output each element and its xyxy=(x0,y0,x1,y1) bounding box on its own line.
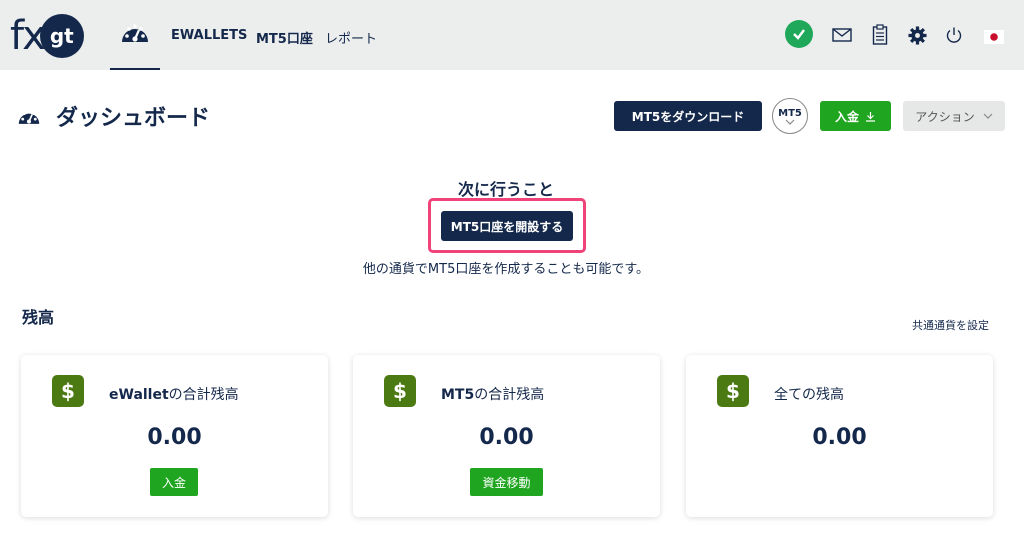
clipboard-icon[interactable] xyxy=(872,24,888,46)
mail-icon[interactable] xyxy=(832,27,852,43)
next-steps-title: 次に行うこと xyxy=(457,180,554,199)
chevron-down-icon xyxy=(983,113,993,119)
nav-item-mt5-accounts[interactable]: MT5口座 xyxy=(256,28,313,47)
mt5-download-button[interactable]: MT5をダウンロード xyxy=(614,101,762,131)
dashboard-icon xyxy=(122,24,148,42)
card-amount: 0.00 xyxy=(147,425,202,450)
nav-item-ewallets[interactable]: EWALLETS xyxy=(171,28,247,43)
dashboard-title-icon xyxy=(18,109,40,124)
card-amount: 0.00 xyxy=(479,425,534,450)
action-dropdown-label: アクション xyxy=(915,109,975,124)
japan-flag-icon[interactable] xyxy=(984,30,1004,44)
ewallet-deposit-button[interactable]: 入金 xyxy=(150,468,198,496)
logo-fx-text: fx xyxy=(10,13,46,59)
download-icon xyxy=(866,111,875,122)
top-nav: fx gt EWALLETS MT5口座 レポート xyxy=(0,0,1024,70)
check-icon xyxy=(793,29,805,40)
dollar-icon: $ xyxy=(52,375,84,407)
page-title-group: ダッシュボード xyxy=(16,100,210,132)
balance-section-title: 残高 xyxy=(22,308,55,327)
fxgt-logo[interactable]: fx gt xyxy=(10,8,88,64)
mt5-platform-button[interactable]: MT5 xyxy=(772,98,808,134)
card-label: MT5の合計残高 xyxy=(441,387,545,403)
mt5-balance-card: $ MT5の合計残高 0.00 資金移動 xyxy=(353,355,660,517)
chevron-down-icon xyxy=(785,119,795,125)
card-label: eWalletの合計残高 xyxy=(109,387,239,403)
page-title: ダッシュボード xyxy=(56,106,211,131)
status-check-icon[interactable] xyxy=(785,20,813,48)
fund-transfer-button[interactable]: 資金移動 xyxy=(470,468,543,496)
card-label: 全ての残高 xyxy=(774,387,844,403)
card-amount: 0.00 xyxy=(812,425,867,450)
deposit-button[interactable]: 入金 xyxy=(820,101,891,131)
power-icon[interactable] xyxy=(945,26,963,44)
dollar-icon: $ xyxy=(717,375,749,407)
nav-dashboard-tab[interactable] xyxy=(110,18,160,70)
total-balance-card: $ 全ての残高 0.00 xyxy=(686,355,993,517)
deposit-button-label: 入金 xyxy=(834,109,859,124)
nav-item-reports[interactable]: レポート xyxy=(325,28,377,47)
set-common-currency-link[interactable]: 共通通貨を設定 xyxy=(912,317,989,333)
gear-icon[interactable] xyxy=(908,26,927,45)
ewallet-balance-card: $ eWalletの合計残高 0.00 入金 xyxy=(21,355,328,517)
action-dropdown[interactable]: アクション xyxy=(903,101,1005,131)
next-steps-subtitle: 他の通貨でMT5口座を作成することも可能です。 xyxy=(362,262,650,277)
logo-gt-circle: gt xyxy=(39,14,88,58)
open-mt5-account-button[interactable]: MT5口座を開設する xyxy=(441,211,573,241)
dollar-icon: $ xyxy=(384,375,416,407)
mt5-badge-label: MT5 xyxy=(778,107,802,119)
